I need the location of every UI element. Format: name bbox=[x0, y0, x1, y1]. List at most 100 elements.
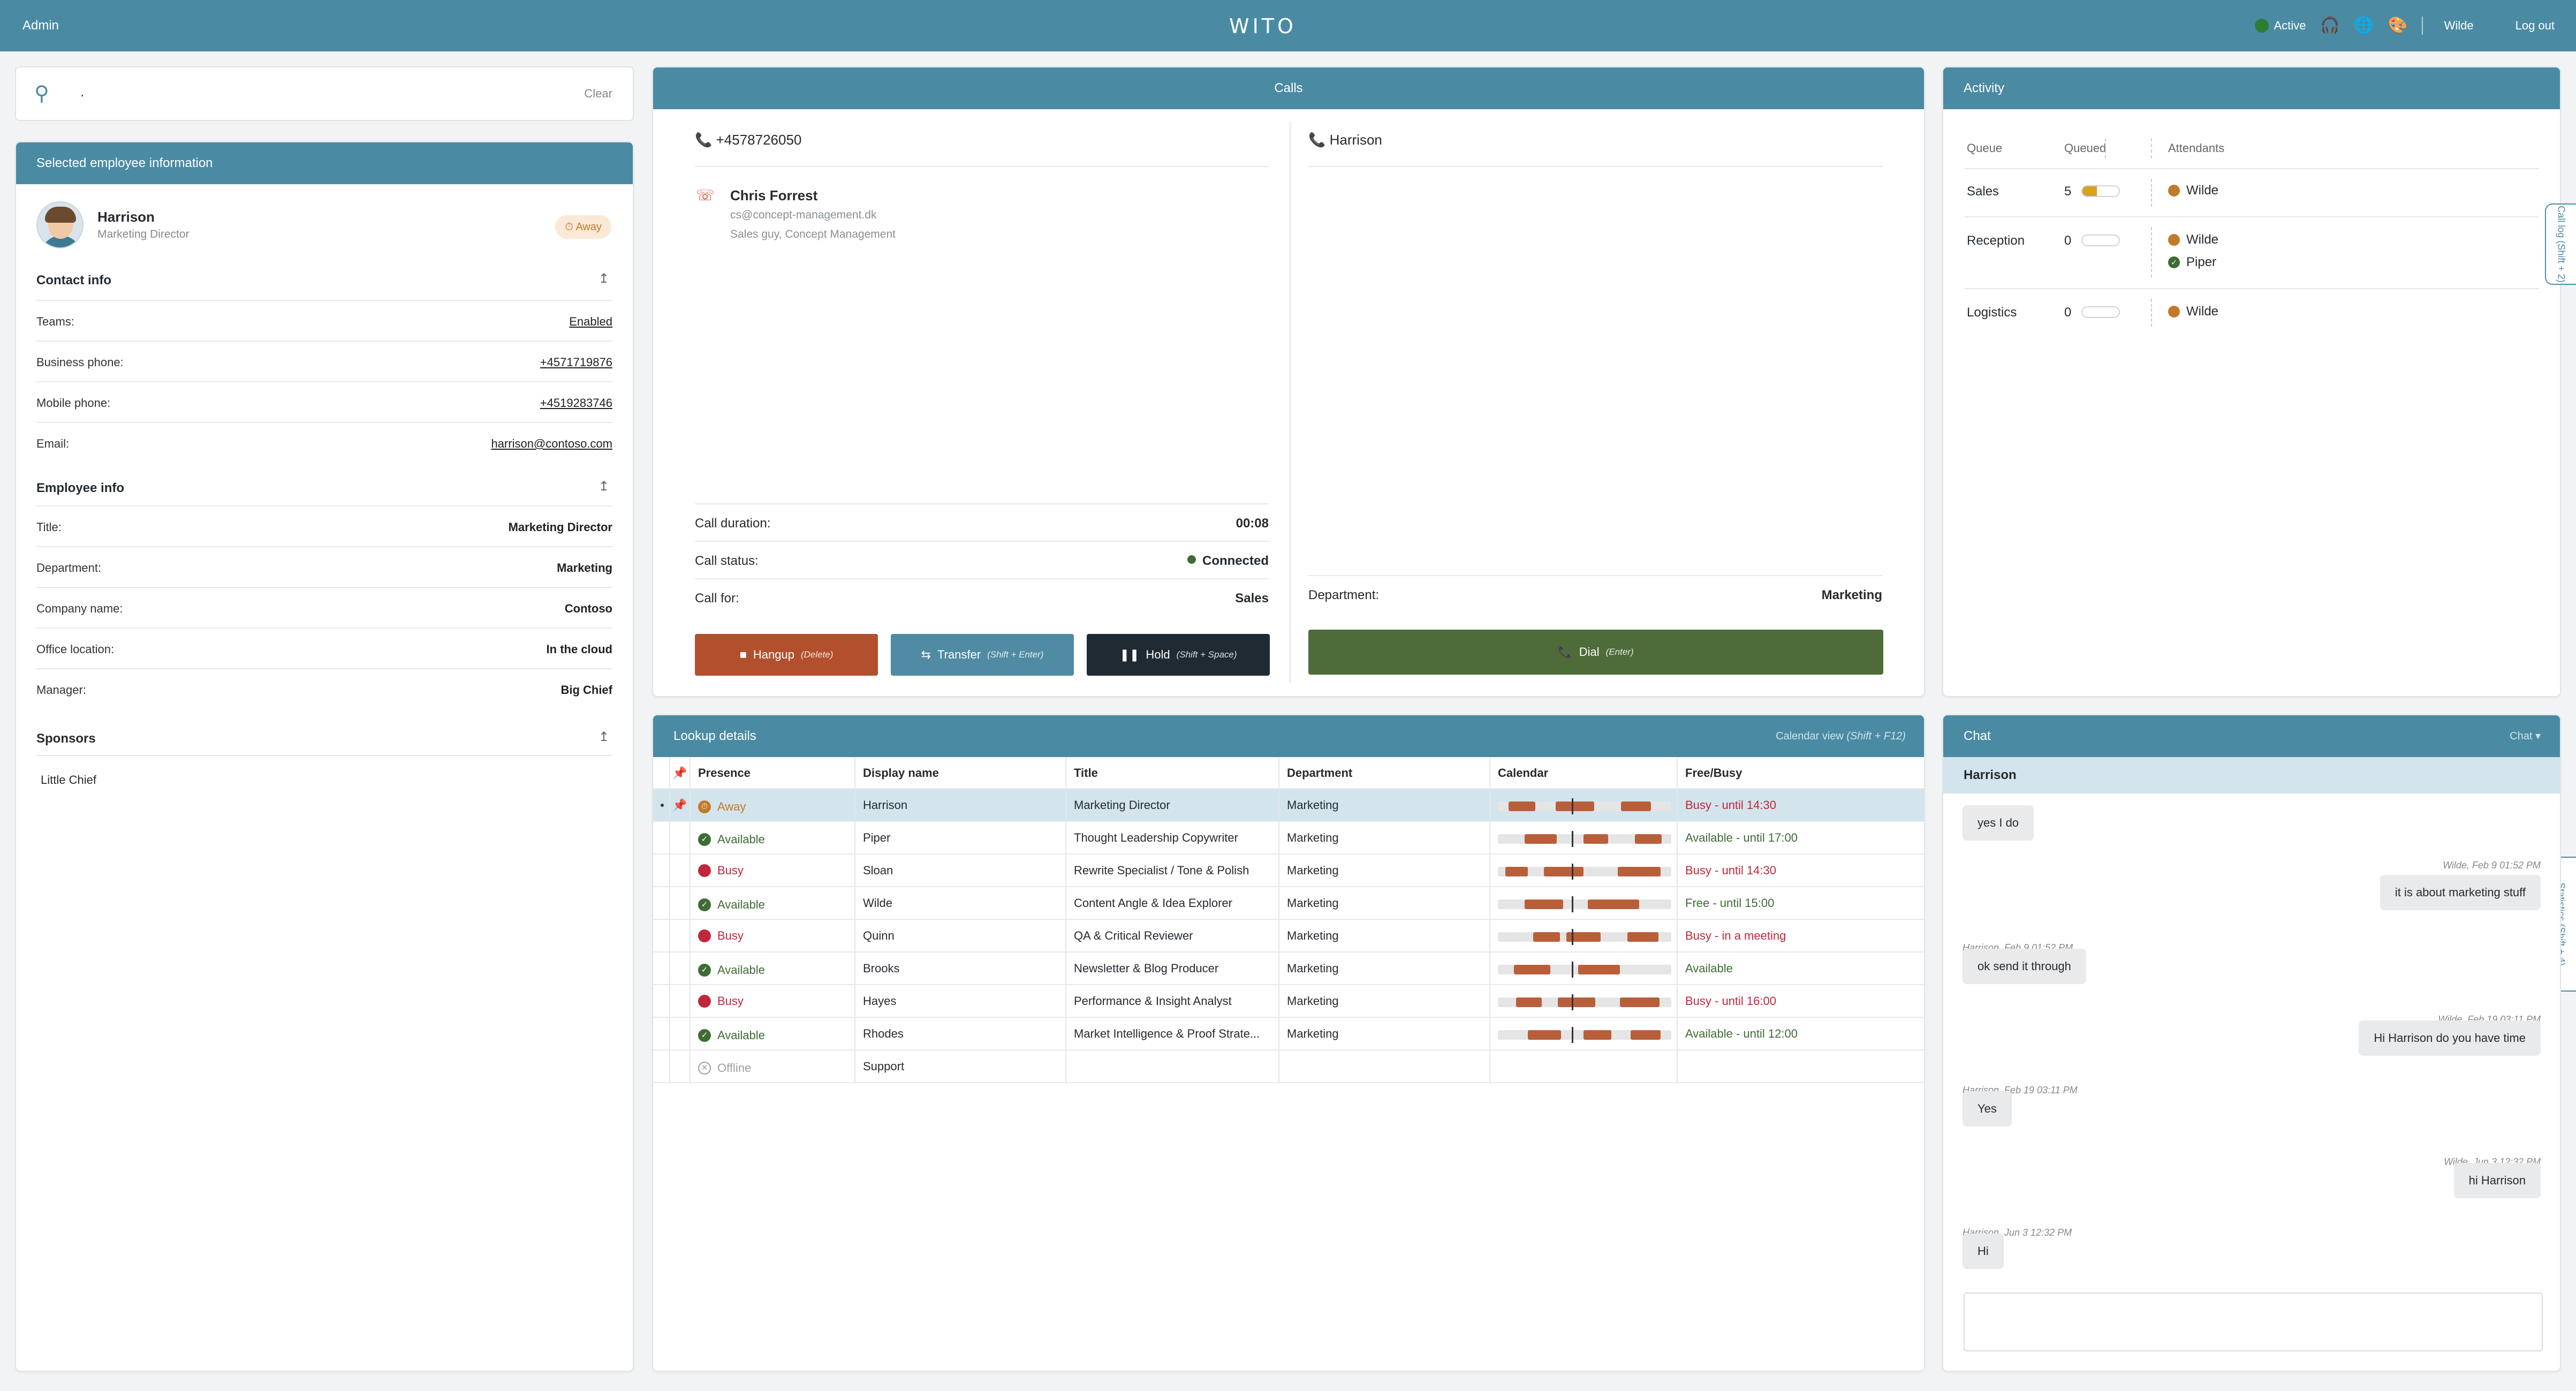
chat-bubble: it is about marketing stuff bbox=[2380, 875, 2541, 910]
info-row: Company name: Contoso bbox=[36, 587, 612, 628]
attendant: Wilde bbox=[2168, 304, 2218, 319]
table-row[interactable]: ✓ Available Brooks Newsletter & Blog Produc… bbox=[653, 952, 1924, 985]
pin-cell[interactable] bbox=[669, 952, 690, 984]
pin-cell[interactable] bbox=[669, 1018, 690, 1049]
collapse-icon[interactable]: ↥ bbox=[598, 479, 609, 494]
pin-cell[interactable] bbox=[669, 822, 690, 853]
table-row[interactable]: ✕ Offline Support bbox=[653, 1050, 1924, 1083]
col-calendar[interactable]: Calendar bbox=[1489, 757, 1677, 788]
globe-icon[interactable]: 🌐 bbox=[2354, 18, 2374, 34]
col-title[interactable]: Title bbox=[1065, 757, 1278, 788]
title-cell: Thought Leadership Copywriter bbox=[1065, 822, 1278, 853]
status-dot-icon bbox=[2254, 19, 2269, 33]
transfer-button[interactable]: ⇆ Transfer (Shift + Enter) bbox=[891, 634, 1074, 676]
calendar-track bbox=[1498, 994, 1671, 1010]
pin-cell[interactable]: 📌 bbox=[669, 789, 690, 821]
department-cell: Marketing bbox=[1278, 920, 1489, 951]
active-call-number: 📞 +4578726050 bbox=[695, 132, 802, 148]
calendar-now-marker bbox=[1572, 994, 1573, 1010]
pin-cell[interactable] bbox=[669, 855, 690, 886]
hold-button[interactable]: ❚❚ Hold (Shift + Space) bbox=[1087, 634, 1270, 676]
department-cell: Marketing bbox=[1278, 952, 1489, 984]
department-cell: Marketing bbox=[1278, 985, 1489, 1017]
calendar-busy-block bbox=[1556, 802, 1594, 811]
presence-cell: ✓ Available bbox=[690, 887, 854, 919]
table-row[interactable]: ✓ Available Wilde Content Angle & Idea Expl… bbox=[653, 887, 1924, 920]
freebusy-cell bbox=[1677, 1050, 1924, 1082]
search-box[interactable]: ⚲ . Clear bbox=[15, 66, 634, 121]
calendar-cell bbox=[1489, 952, 1677, 984]
search-input[interactable]: . bbox=[80, 84, 84, 100]
presence-busy-icon bbox=[698, 995, 711, 1008]
current-user[interactable]: Wilde bbox=[2444, 19, 2474, 33]
status-label[interactable]: Active bbox=[2274, 19, 2306, 33]
calendar-cell bbox=[1489, 985, 1677, 1017]
presence-away-icon: ⏱ bbox=[698, 800, 711, 813]
queue-bar-fill bbox=[2082, 186, 2097, 196]
away-dot-icon bbox=[2168, 306, 2180, 317]
calendar-view-toggle[interactable]: Calendar view (Shift + F12) bbox=[1776, 715, 1906, 757]
table-row[interactable]: ✓ Available Piper Thought Leadership Copywr… bbox=[653, 822, 1924, 855]
dial-button[interactable]: 📞 Dial (Enter) bbox=[1308, 630, 1883, 675]
teams-link[interactable]: Enabled bbox=[569, 315, 612, 329]
department-row: Department: Marketing bbox=[1308, 575, 1882, 613]
calls-header: Calls bbox=[653, 67, 1924, 109]
department-cell: Marketing bbox=[1278, 887, 1489, 919]
collapse-icon[interactable]: ↥ bbox=[598, 729, 609, 745]
attendant: Wilde bbox=[2168, 183, 2218, 198]
business-phone-link[interactable]: +4571719876 bbox=[540, 356, 612, 369]
calendar-busy-block bbox=[1627, 932, 1658, 942]
collapse-icon[interactable]: ↥ bbox=[598, 271, 609, 286]
calendar-busy-block bbox=[1509, 802, 1535, 811]
pause-icon: ❚❚ bbox=[1119, 648, 1140, 661]
pin-cell[interactable] bbox=[669, 985, 690, 1017]
lookup-panel: Lookup details Calendar view (Shift + F1… bbox=[652, 714, 1925, 1372]
pin-cell[interactable] bbox=[669, 920, 690, 951]
col-display-name[interactable]: Display name bbox=[854, 757, 1065, 788]
selected-marker-icon bbox=[661, 804, 664, 807]
table-row[interactable]: Busy Quinn QA & Critical Reviewer Marketing… bbox=[653, 920, 1924, 952]
pin-cell[interactable] bbox=[669, 887, 690, 919]
display-name-cell: Wilde bbox=[854, 887, 1065, 919]
col-freebusy[interactable]: Free/Busy bbox=[1677, 757, 1924, 788]
calendar-track bbox=[1498, 864, 1671, 880]
chat-panel: Chat Chat ▾ Harrison yes I do Wilde, Feb … bbox=[1942, 714, 2561, 1372]
table-row[interactable]: ✓ Available Rhodes Market Intelligence & Pr… bbox=[653, 1018, 1924, 1050]
caller-email: cs@concept-management.dk bbox=[730, 209, 877, 221]
table-row[interactable]: Busy Sloan Rewrite Specialist / Tone & Pol… bbox=[653, 855, 1924, 887]
title-cell: Market Intelligence & Proof Strate... bbox=[1065, 1018, 1278, 1049]
queue-bar bbox=[2081, 306, 2120, 318]
calendar-busy-block bbox=[1631, 1030, 1661, 1040]
phone-icon: 📞 bbox=[1558, 645, 1573, 659]
caller-type-icon: ☏ bbox=[696, 187, 715, 203]
employee-panel: Selected employee information Harrison M… bbox=[15, 141, 634, 1372]
contact-row: Email: harrison@contoso.com bbox=[36, 422, 612, 463]
chat-bubble: yes I do bbox=[1963, 805, 2034, 841]
logout-link[interactable]: Log out bbox=[2516, 19, 2555, 33]
calendar-now-marker bbox=[1572, 929, 1573, 945]
palette-icon[interactable]: 🎨 bbox=[2388, 18, 2407, 34]
pin-cell[interactable] bbox=[669, 1050, 690, 1082]
calendar-cell bbox=[1489, 855, 1677, 886]
table-row[interactable]: 📌 ⏱ Away Harrison Marketing Director Marketin… bbox=[653, 789, 1924, 822]
email-link[interactable]: harrison@contoso.com bbox=[491, 437, 612, 451]
pin-icon[interactable]: 📌 bbox=[672, 798, 687, 812]
table-row[interactable]: Busy Hayes Performance & Insight Analyst Ma… bbox=[653, 985, 1924, 1018]
chat-input[interactable] bbox=[1964, 1292, 2543, 1351]
admin-link[interactable]: Admin bbox=[22, 0, 59, 51]
col-department[interactable]: Department bbox=[1278, 757, 1489, 788]
col-presence[interactable]: Presence bbox=[690, 757, 854, 788]
department-cell bbox=[1278, 1050, 1489, 1082]
chat-menu[interactable]: Chat ▾ bbox=[2510, 715, 2541, 757]
presence-cell: ✓ Available bbox=[690, 952, 854, 984]
headset-icon[interactable]: 🎧 bbox=[2320, 18, 2340, 34]
calendar-busy-block bbox=[1514, 965, 1550, 974]
freebusy-cell: Free - until 15:00 bbox=[1677, 887, 1924, 919]
pin-icon[interactable]: 📌 bbox=[669, 757, 690, 788]
mobile-phone-link[interactable]: +4519283746 bbox=[540, 396, 612, 410]
clear-button[interactable]: Clear bbox=[584, 87, 612, 101]
col-queue: Queue bbox=[1967, 141, 2003, 155]
call-log-tab[interactable]: Call log (Shift + 2) bbox=[2545, 203, 2576, 285]
presence-busy-icon bbox=[698, 864, 711, 877]
hangup-button[interactable]: ■ Hangup (Delete) bbox=[695, 634, 878, 676]
